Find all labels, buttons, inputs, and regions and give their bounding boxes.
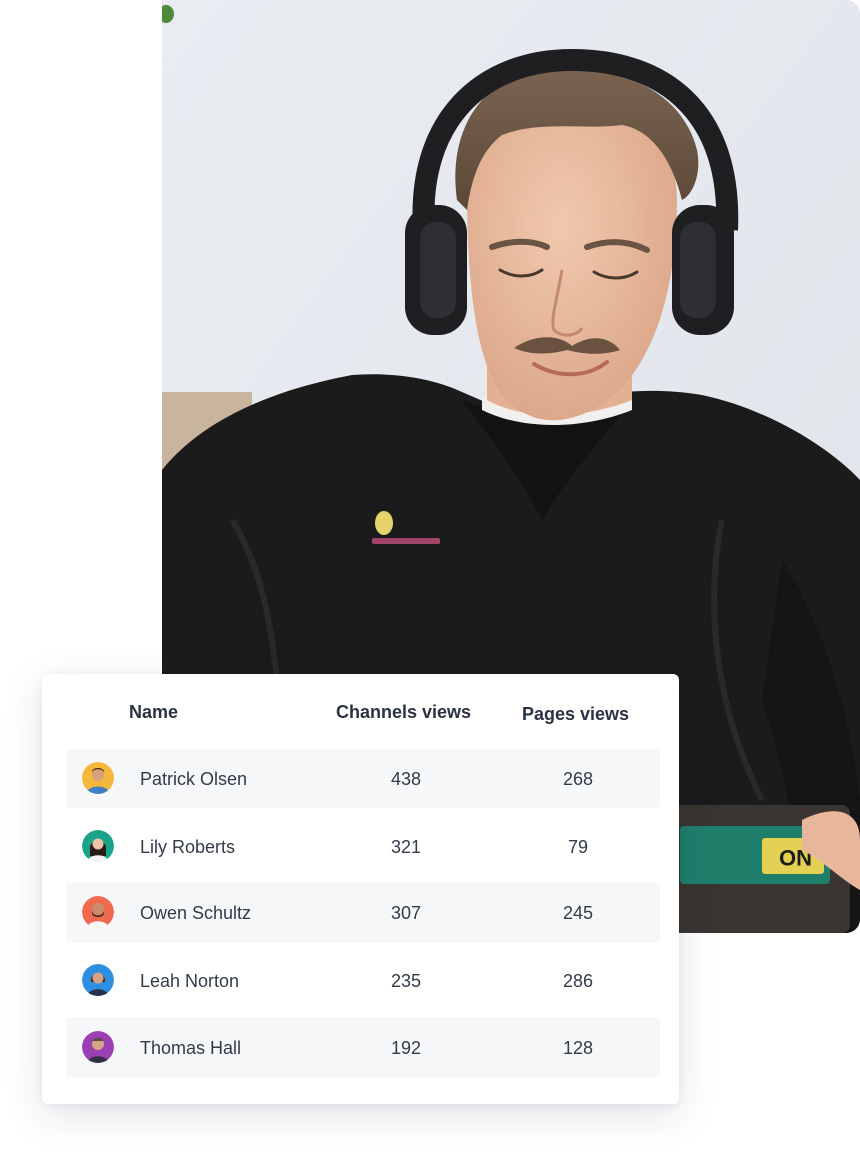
- table-header: Name Channels views Pages views: [42, 674, 679, 748]
- channels-views-value: 235: [390, 971, 422, 991]
- table-row[interactable]: Leah Norton 235 286: [66, 951, 660, 1010]
- user-name: Leah Norton: [140, 971, 240, 991]
- pages-views-value: 268: [562, 769, 594, 789]
- table-row[interactable]: Thomas Hall 192 128: [66, 1018, 660, 1077]
- avatar: [82, 1031, 114, 1063]
- avatar: [82, 896, 114, 928]
- pages-views-value: 286: [562, 971, 594, 991]
- avatar: [82, 762, 114, 794]
- pages-views-value: 79: [567, 837, 589, 857]
- user-name: Owen Schultz: [140, 903, 252, 923]
- column-header-channels-views[interactable]: Channels views: [336, 702, 471, 723]
- views-table-card: Name Channels views Pages views Patrick …: [42, 674, 679, 1104]
- avatar: [82, 830, 114, 862]
- pages-views-value: 128: [562, 1038, 594, 1058]
- user-name: Patrick Olsen: [140, 769, 248, 789]
- column-header-pages-views[interactable]: Pages views: [522, 704, 629, 725]
- user-name: Thomas Hall: [140, 1038, 242, 1058]
- pages-views-value: 245: [562, 903, 594, 923]
- table-row[interactable]: Patrick Olsen 438 268: [66, 749, 660, 808]
- column-header-name[interactable]: Name: [129, 702, 178, 723]
- channels-views-value: 438: [390, 769, 422, 789]
- table-row[interactable]: Owen Schultz 307 245: [66, 883, 660, 942]
- channels-views-value: 192: [390, 1038, 422, 1058]
- channels-views-value: 307: [390, 903, 422, 923]
- user-name: Lily Roberts: [140, 837, 236, 857]
- channels-views-value: 321: [390, 837, 422, 857]
- avatar: [82, 964, 114, 996]
- table-row[interactable]: Lily Roberts 321 79: [66, 817, 660, 876]
